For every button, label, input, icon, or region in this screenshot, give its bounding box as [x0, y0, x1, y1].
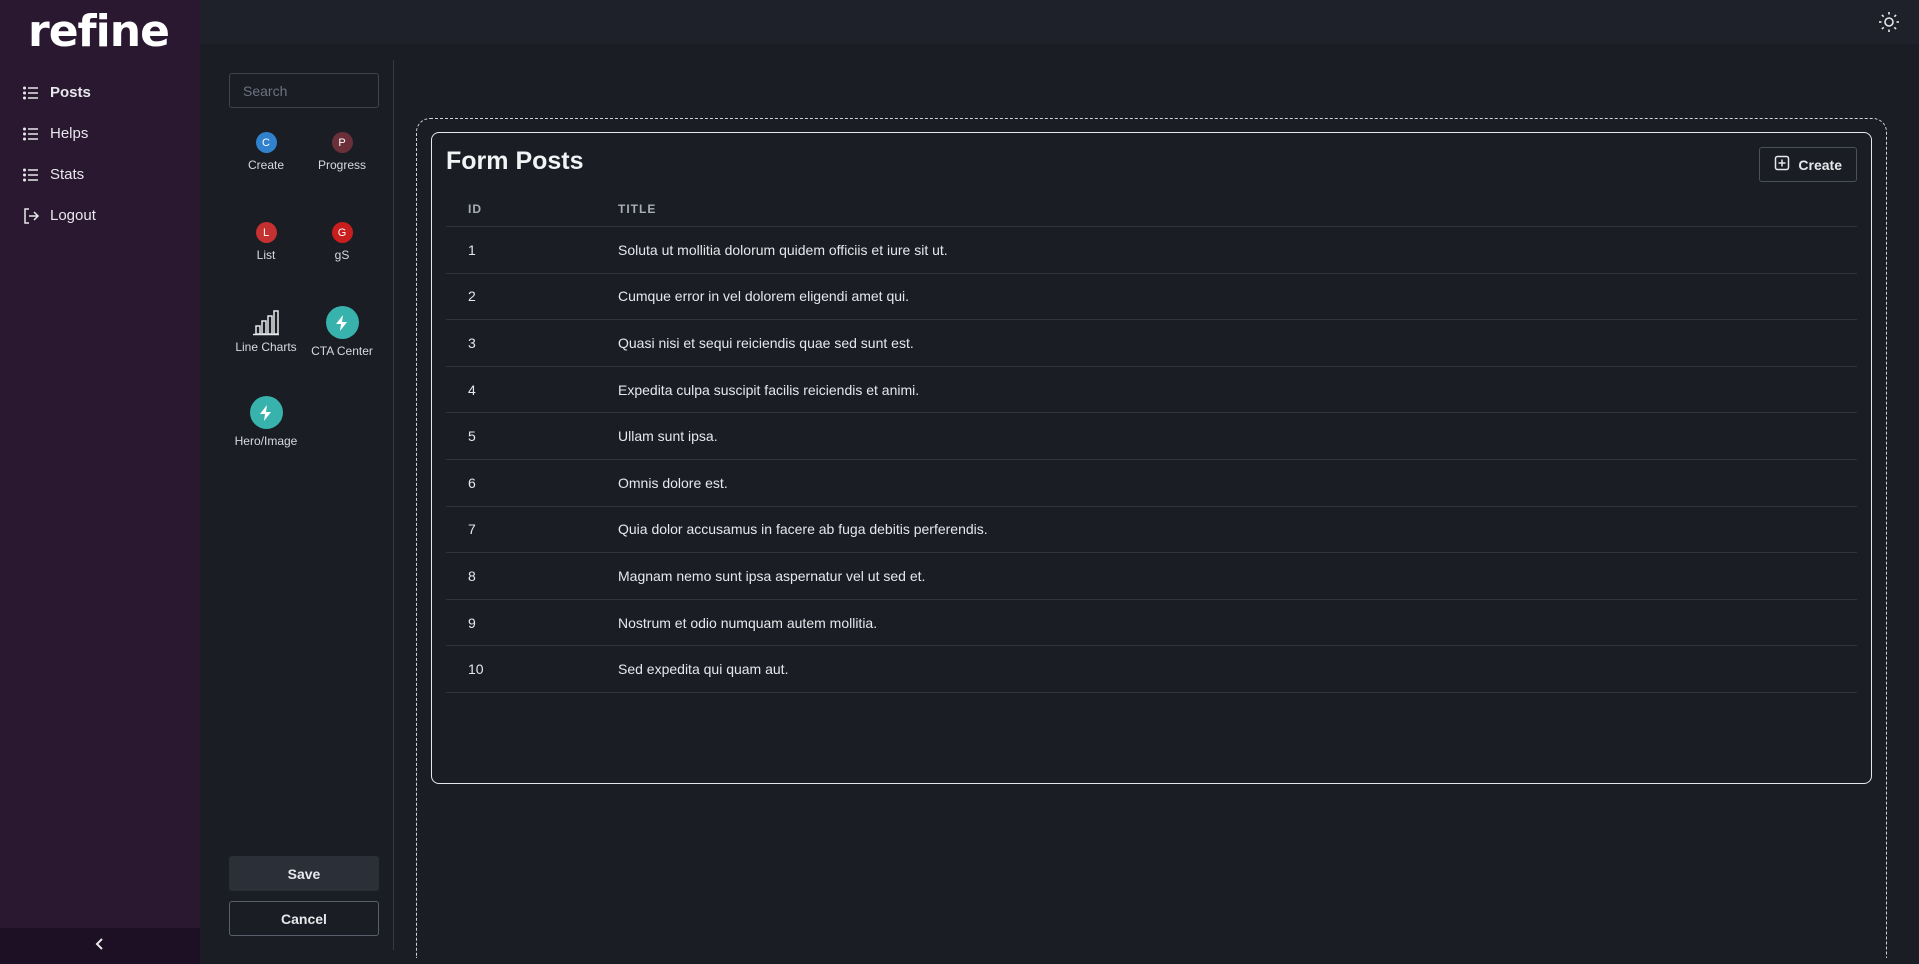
cell-title: Omnis dolore est. — [618, 474, 728, 491]
block-label: gS — [334, 248, 350, 262]
block-label: Progress — [317, 158, 367, 172]
cell-title: Soluta ut mollitia dolorum quidem offici… — [618, 241, 948, 258]
cell-id: 4 — [468, 381, 476, 398]
create-button[interactable]: Create — [1759, 147, 1857, 182]
block-badge: G — [331, 222, 353, 243]
cell-title: Quia dolor accusamus in facere ab fuga d… — [618, 521, 988, 538]
cell-id: 1 — [468, 241, 476, 258]
list-icon — [22, 84, 40, 102]
cell-title: Sed expedita qui quam aut. — [618, 661, 789, 678]
sidebar-item-label: Helps — [50, 125, 89, 142]
cell-id: 2 — [468, 288, 476, 305]
refine-logo[interactable]: refine — [28, 6, 170, 57]
table-row[interactable]: 1 Soluta ut mollitia dolorum quidem offic… — [446, 227, 1857, 274]
cell-title: Ullam sunt ipsa. — [618, 428, 718, 445]
create-label: Create — [1798, 156, 1842, 173]
block-badge: C — [255, 132, 277, 153]
block-hero-image[interactable]: Hero/Image — [228, 396, 304, 448]
table-row[interactable]: 7 Quia dolor accusamus in facere ab fuga … — [446, 507, 1857, 554]
block-label: Hero/Image — [234, 434, 298, 448]
block-create[interactable]: C Create — [228, 132, 304, 172]
table-row[interactable]: 6 Omnis dolore est. — [446, 460, 1857, 507]
cell-id: 5 — [468, 428, 476, 445]
table-row[interactable]: 4 Expedita culpa suscipit facilis reicien… — [446, 367, 1857, 414]
sun-icon — [1877, 12, 1901, 38]
block-line-charts[interactable]: Line Charts — [228, 307, 304, 354]
sidebar-item-stats[interactable]: Stats — [0, 154, 200, 195]
table-row[interactable]: 5 Ullam sunt ipsa. — [446, 413, 1857, 460]
table-row[interactable]: 10 Sed expedita qui quam aut. — [446, 646, 1857, 693]
sidebar-item-helps[interactable]: Helps — [0, 113, 200, 154]
search-input[interactable] — [229, 73, 379, 108]
sidebar-item-label: Posts — [50, 84, 91, 101]
save-button[interactable]: Save — [229, 856, 379, 891]
sidebar-item-label: Stats — [50, 166, 85, 183]
block-label: List — [256, 248, 276, 262]
cell-title: Nostrum et odio numquam autem mollitia. — [618, 614, 878, 631]
cell-id: 8 — [468, 567, 476, 584]
block-gs[interactable]: G gS — [304, 222, 380, 262]
posts-table: ID TITLE 1 Soluta ut mollitia dolorum qui… — [446, 191, 1857, 693]
logout-icon — [22, 207, 40, 225]
block-label: CTA Center — [311, 344, 373, 358]
bar-chart-icon — [251, 307, 281, 337]
sidebar-nav: Posts Helps Stats Logout — [0, 72, 200, 236]
block-badge: P — [331, 132, 353, 153]
block-progress[interactable]: P Progress — [304, 132, 380, 172]
cancel-button[interactable]: Cancel — [229, 901, 379, 936]
cell-title: Magnam nemo sunt ipsa aspernatur vel ut … — [618, 567, 926, 584]
sidebar-item-posts[interactable]: Posts — [0, 72, 200, 113]
block-badge: L — [255, 222, 277, 243]
sidebar-item-label: Logout — [50, 207, 96, 224]
posts-card[interactable]: Form Posts Create ID TITLE 1 Soluta ut mo… — [431, 132, 1872, 784]
blocks-panel: C Create P Progress L List G gS Line Cha… — [228, 60, 394, 950]
plus-square-icon — [1774, 155, 1790, 174]
collapse-sidebar-button[interactable] — [0, 928, 200, 964]
table-row[interactable]: 8 Magnam nemo sunt ipsa aspernatur vel ut… — [446, 553, 1857, 600]
cell-id: 9 — [468, 614, 476, 631]
list-icon — [22, 166, 40, 184]
block-cta-center[interactable]: CTA Center — [304, 306, 380, 358]
block-list[interactable]: L List — [228, 222, 304, 262]
block-label: Line Charts — [235, 340, 297, 354]
cell-id: 6 — [468, 474, 476, 491]
lightning-icon — [249, 396, 283, 429]
theme-toggle-button[interactable] — [1877, 10, 1901, 34]
cell-id: 10 — [468, 661, 484, 678]
top-header — [200, 0, 1919, 44]
page-title: Form Posts — [446, 147, 584, 175]
cell-title: Expedita culpa suscipit facilis reiciend… — [618, 381, 920, 398]
chevron-left-icon — [94, 937, 106, 956]
table-row[interactable]: 2 Cumque error in vel dolorem eligendi am… — [446, 274, 1857, 321]
cell-title: Quasi nisi et sequi reiciendis quae sed … — [618, 334, 914, 351]
column-header-id[interactable]: ID — [446, 202, 618, 216]
cell-title: Cumque error in vel dolorem eligendi ame… — [618, 288, 910, 305]
list-icon — [22, 125, 40, 143]
table-header: ID TITLE — [446, 191, 1857, 227]
table-row[interactable]: 3 Quasi nisi et sequi reiciendis quae sed… — [446, 320, 1857, 367]
sidebar: refine Posts Helps Stats Logout — [0, 0, 200, 964]
sidebar-item-logout[interactable]: Logout — [0, 195, 200, 236]
table-row[interactable]: 9 Nostrum et odio numquam autem mollitia. — [446, 600, 1857, 647]
block-label: Create — [247, 158, 285, 172]
column-header-title[interactable]: TITLE — [618, 202, 1857, 216]
cell-id: 3 — [468, 334, 476, 351]
lightning-icon — [325, 306, 359, 339]
cell-id: 7 — [468, 521, 476, 538]
